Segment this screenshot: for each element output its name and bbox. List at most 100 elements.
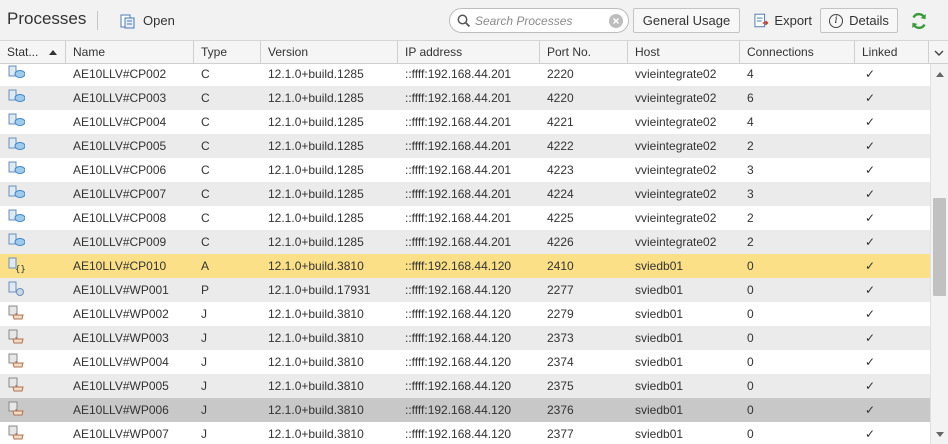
cell-type: A bbox=[201, 259, 210, 273]
cell-type: C bbox=[201, 211, 210, 225]
cell-connections: 0 bbox=[747, 355, 754, 369]
table-row[interactable]: AE10LLV#CP003 C 12.1.0+build.1285::ffff:19… bbox=[0, 86, 930, 110]
column-header-name[interactable]: Name bbox=[66, 41, 194, 64]
cell-ip-address: ::ffff:192.168.44.201 bbox=[405, 163, 512, 177]
cell-ip-address: ::ffff:192.168.44.201 bbox=[405, 91, 512, 105]
table-row[interactable]: AE10LLV#CP005 C 12.1.0+build.1285::ffff:19… bbox=[0, 134, 930, 158]
table-row[interactable]: AE10LLV#WP006 J 12.1.0+build.3810::ffff:19… bbox=[0, 398, 930, 422]
cell-name: AE10LLV#WP007 bbox=[73, 427, 169, 441]
table-row[interactable]: AE10LLV#CP004 C 12.1.0+build.1285::ffff:19… bbox=[0, 110, 930, 134]
cell-ip-address: ::ffff:192.168.44.201 bbox=[405, 67, 512, 81]
java-wp-icon bbox=[0, 350, 66, 374]
cell-connections: 2 bbox=[747, 211, 754, 225]
cell-port: 4221 bbox=[547, 115, 574, 129]
cp-process-icon bbox=[0, 110, 66, 134]
cell-host: sviedb01 bbox=[635, 403, 684, 417]
export-button-label: Export bbox=[774, 13, 812, 28]
cell-connections: 0 bbox=[747, 283, 754, 297]
open-button[interactable]: Open bbox=[119, 10, 175, 31]
cell-linked: ✓ bbox=[865, 403, 876, 417]
cell-connections: 3 bbox=[747, 163, 754, 177]
cell-name: AE10LLV#CP003 bbox=[73, 91, 167, 105]
cell-name: AE10LLV#CP005 bbox=[73, 139, 167, 153]
column-header-linked[interactable]: Linked bbox=[855, 41, 929, 64]
info-icon: i bbox=[829, 13, 844, 28]
column-header-connections[interactable]: Connections bbox=[740, 41, 855, 64]
java-wp-icon bbox=[0, 326, 66, 350]
cell-linked: ✓ bbox=[865, 235, 876, 249]
cell-host: vvieintegrate02 bbox=[635, 187, 717, 201]
refresh-icon[interactable] bbox=[909, 11, 929, 31]
cell-connections: 2 bbox=[747, 139, 754, 153]
cell-connections: 6 bbox=[747, 91, 754, 105]
column-header-host[interactable]: Host bbox=[628, 41, 740, 64]
vertical-scrollbar[interactable] bbox=[930, 64, 948, 444]
search-input[interactable] bbox=[475, 12, 605, 30]
svg-text:{}: {} bbox=[15, 265, 25, 274]
search-box[interactable] bbox=[449, 8, 629, 33]
table-row[interactable]: AE10LLV#WP007 J 12.1.0+build.3810::ffff:19… bbox=[0, 422, 930, 444]
cell-port: 4222 bbox=[547, 139, 574, 153]
cell-port: 4224 bbox=[547, 187, 574, 201]
column-header-ip-address[interactable]: IP address bbox=[398, 41, 540, 64]
cell-linked: ✓ bbox=[865, 355, 876, 369]
cell-host: sviedb01 bbox=[635, 283, 684, 297]
cell-ip-address: ::ffff:192.168.44.120 bbox=[405, 307, 512, 321]
cell-host: vvieintegrate02 bbox=[635, 67, 717, 81]
export-button[interactable]: Export bbox=[749, 8, 813, 33]
column-header-status-label: Stat... bbox=[7, 45, 39, 59]
cp-process-icon bbox=[0, 182, 66, 206]
cell-connections: 4 bbox=[747, 115, 754, 129]
cell-ip-address: ::ffff:192.168.44.120 bbox=[405, 427, 512, 441]
cell-name: AE10LLV#WP003 bbox=[73, 331, 169, 345]
column-header-version[interactable]: Version bbox=[261, 41, 398, 64]
cell-version: 12.1.0+build.3810 bbox=[268, 379, 364, 393]
cell-type: C bbox=[201, 91, 210, 105]
java-wp-icon bbox=[0, 422, 66, 444]
cell-type: C bbox=[201, 235, 210, 249]
scroll-up-icon[interactable] bbox=[936, 72, 944, 77]
cell-port: 4226 bbox=[547, 235, 574, 249]
table-row[interactable]: AE10LLV#WP005 J 12.1.0+build.3810::ffff:19… bbox=[0, 374, 930, 398]
cp-process-icon bbox=[0, 230, 66, 254]
scrollbar-thumb[interactable] bbox=[933, 198, 946, 296]
clear-search-icon[interactable] bbox=[609, 14, 623, 28]
cell-name: AE10LLV#CP007 bbox=[73, 187, 167, 201]
cell-version: 12.1.0+build.17931 bbox=[268, 283, 371, 297]
cell-ip-address: ::ffff:192.168.44.201 bbox=[405, 211, 512, 225]
cell-ip-address: ::ffff:192.168.44.201 bbox=[405, 187, 512, 201]
column-header-port[interactable]: Port No. bbox=[540, 41, 628, 64]
cell-linked: ✓ bbox=[865, 115, 876, 129]
table-row[interactable]: AE10LLV#CP007 C 12.1.0+build.1285::ffff:19… bbox=[0, 182, 930, 206]
cell-port: 2373 bbox=[547, 331, 574, 345]
process-table-body: AE10LLV#CP002 C 12.1.0+build.1285::ffff:19… bbox=[0, 64, 930, 444]
cell-version: 12.1.0+build.3810 bbox=[268, 427, 364, 441]
cell-connections: 4 bbox=[747, 67, 754, 81]
cell-ip-address: ::ffff:192.168.44.120 bbox=[405, 283, 512, 297]
scroll-down-icon[interactable] bbox=[936, 432, 944, 437]
cell-version: 12.1.0+build.3810 bbox=[268, 355, 364, 369]
table-row[interactable]: AE10LLV#CP006 C 12.1.0+build.1285::ffff:19… bbox=[0, 158, 930, 182]
details-button[interactable]: i Details bbox=[820, 8, 898, 33]
table-row[interactable]: AE10LLV#WP001 P 12.1.0+build.17931::ffff:1… bbox=[0, 278, 930, 302]
cell-linked: ✓ bbox=[865, 283, 876, 297]
export-icon bbox=[754, 13, 769, 28]
java-wp-icon bbox=[0, 302, 66, 326]
cell-version: 12.1.0+build.1285 bbox=[268, 187, 364, 201]
table-row[interactable]: AE10LLV#WP002 J 12.1.0+build.3810::ffff:19… bbox=[0, 302, 930, 326]
cell-linked: ✓ bbox=[865, 139, 876, 153]
cell-connections: 0 bbox=[747, 259, 754, 273]
cell-name: AE10LLV#WP004 bbox=[73, 355, 169, 369]
column-menu-chevron-down-icon[interactable] bbox=[929, 41, 948, 64]
table-row[interactable]: AE10LLV#WP004 J 12.1.0+build.3810::ffff:19… bbox=[0, 350, 930, 374]
table-row[interactable]: {} AE10LLV#CP010 A 12.1.0+build.3810::ffff:… bbox=[0, 254, 930, 278]
column-header-type[interactable]: Type bbox=[194, 41, 261, 64]
general-usage-button[interactable]: General Usage bbox=[633, 8, 740, 33]
cell-version: 12.1.0+build.3810 bbox=[268, 307, 364, 321]
cell-version: 12.1.0+build.1285 bbox=[268, 67, 364, 81]
table-row[interactable]: AE10LLV#CP009 C 12.1.0+build.1285::ffff:19… bbox=[0, 230, 930, 254]
table-row[interactable]: AE10LLV#CP008 C 12.1.0+build.1285::ffff:19… bbox=[0, 206, 930, 230]
cell-name: AE10LLV#CP006 bbox=[73, 163, 167, 177]
table-row[interactable]: AE10LLV#WP003 J 12.1.0+build.3810::ffff:19… bbox=[0, 326, 930, 350]
table-row[interactable]: AE10LLV#CP002 C 12.1.0+build.1285::ffff:19… bbox=[0, 64, 930, 86]
